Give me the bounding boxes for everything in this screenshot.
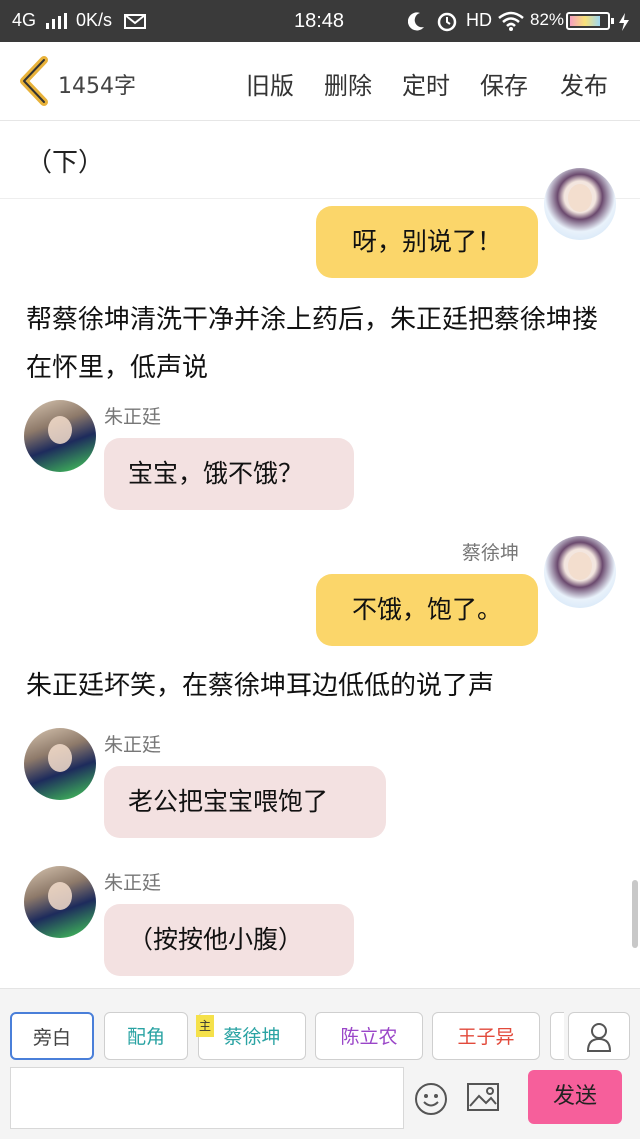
battery-percent: 82% <box>530 10 565 29</box>
tab-overflow[interactable] <box>550 1012 564 1060</box>
message-bubble[interactable]: 不饿，饱了。 <box>316 574 538 646</box>
add-character-button[interactable] <box>568 1012 630 1060</box>
avatar[interactable] <box>544 536 616 608</box>
main-character-badge: 主 <box>196 1015 214 1037</box>
scrollbar[interactable] <box>632 880 638 948</box>
avatar[interactable] <box>24 866 96 938</box>
person-icon <box>586 1023 612 1052</box>
tab-character-wang[interactable]: 王子异 <box>432 1012 540 1060</box>
signal-icon <box>46 13 67 29</box>
character-name: 朱正廷 <box>104 872 162 894</box>
delete-button[interactable]: 删除 <box>324 66 372 101</box>
status-bar: 4G 0K/s 18:48 HD 82% <box>0 0 640 42</box>
tab-character-cai[interactable]: 蔡徐坤 <box>198 1012 306 1060</box>
message-bubble[interactable]: （按按他小腹） <box>104 904 354 976</box>
tab-character-chen[interactable]: 陈立农 <box>315 1012 423 1060</box>
emoji-icon[interactable] <box>414 1082 448 1116</box>
editor-header: 1454字 旧版 删除 定时 保存 发布 <box>0 42 640 121</box>
tab-narration[interactable]: 旁白 <box>10 1012 94 1060</box>
message-bubble[interactable]: 呀，别说了！ <box>316 206 538 278</box>
mail-icon <box>124 14 146 29</box>
old-version-button[interactable]: 旧版 <box>246 66 294 101</box>
network-indicator: 4G <box>12 10 37 30</box>
character-name: 蔡徐坤 <box>462 542 520 564</box>
alarm-icon <box>437 12 457 32</box>
image-icon[interactable] <box>466 1082 500 1114</box>
word-count: 1454字 <box>58 74 136 99</box>
message-bubble[interactable]: 老公把宝宝喂饱了 <box>104 766 386 838</box>
send-button[interactable]: 发送 <box>528 1070 622 1124</box>
character-name: 朱正廷 <box>104 406 162 428</box>
battery-icon <box>566 12 614 30</box>
avatar[interactable] <box>24 728 96 800</box>
message-input[interactable] <box>10 1067 404 1129</box>
moon-icon <box>408 12 424 31</box>
hd-indicator: HD <box>466 10 492 30</box>
message-bubble[interactable]: 宝宝，饿不饿？ <box>104 438 354 510</box>
publish-button[interactable]: 发布 <box>560 66 608 101</box>
clock: 18:48 <box>294 10 345 32</box>
avatar[interactable] <box>24 400 96 472</box>
narration-text[interactable]: 帮蔡徐坤清洗干净并涂上药后，朱正廷把蔡徐坤搂在怀里，低声说 <box>26 296 616 392</box>
chapter-title[interactable]: （下） <box>26 142 104 179</box>
back-arrow-icon[interactable] <box>14 54 54 108</box>
avatar[interactable] <box>544 168 616 240</box>
character-name: 朱正廷 <box>104 734 162 756</box>
narration-text[interactable]: 朱正廷坏笑，在蔡徐坤耳边低低的说了声 <box>26 662 616 710</box>
wifi-icon <box>498 11 524 31</box>
network-speed: 0K/s <box>76 10 113 30</box>
tab-supporting-role[interactable]: 配角 <box>104 1012 188 1060</box>
battery-fill <box>570 16 600 26</box>
save-button[interactable]: 保存 <box>480 66 528 101</box>
schedule-button[interactable]: 定时 <box>402 66 450 101</box>
charging-icon <box>619 13 629 31</box>
